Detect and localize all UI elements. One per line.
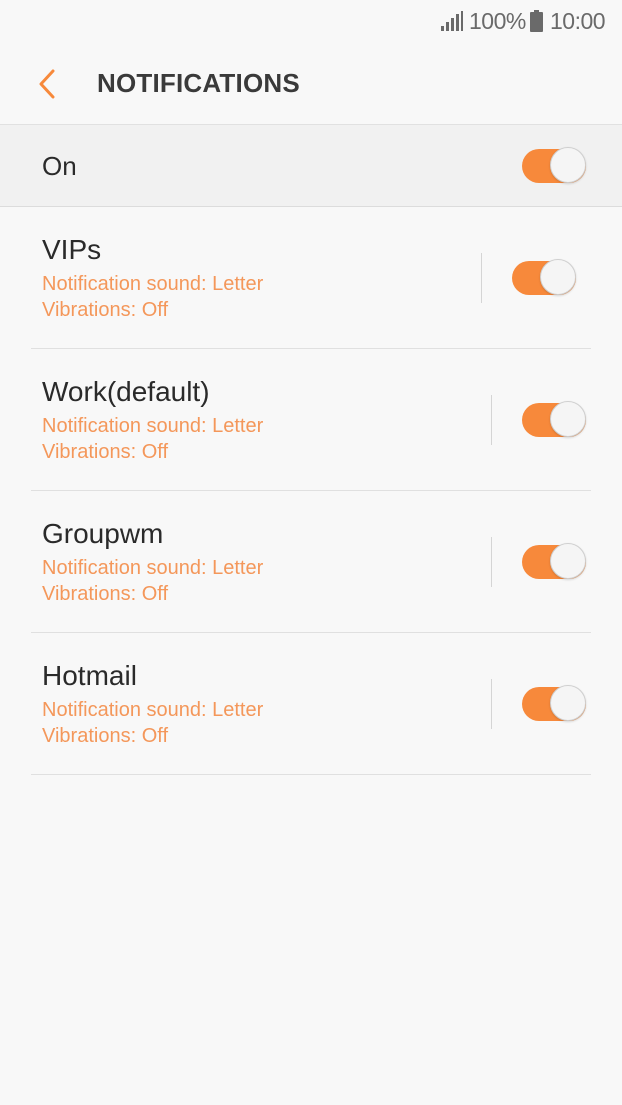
notification-sound-text: Notification sound: Letter: [42, 699, 264, 721]
account-toggle-vips[interactable]: [512, 259, 576, 296]
list-item-hotmail[interactable]: Hotmail Notification sound: Letter Vibra…: [0, 633, 622, 775]
vertical-divider: [481, 253, 482, 303]
master-toggle[interactable]: [522, 147, 586, 184]
toggle-thumb: [550, 147, 586, 183]
list-item-groupwm[interactable]: Groupwm Notification sound: Letter Vibra…: [0, 491, 622, 633]
battery-full-icon: [530, 10, 543, 32]
page-title: NOTIFICATIONS: [97, 68, 300, 98]
status-clock: 10:00: [550, 8, 606, 34]
battery-percentage: 100%: [469, 8, 526, 34]
status-bar: 100% 10:00: [0, 0, 622, 44]
back-button[interactable]: [22, 58, 72, 108]
account-toggle-groupwm[interactable]: [522, 543, 586, 580]
account-name: Hotmail: [42, 660, 137, 691]
account-name: VIPs: [42, 234, 102, 265]
notification-sound-text: Notification sound: Letter: [42, 557, 264, 579]
notifications-screen: 100% 10:00 NOTIFICATIONS On VIPs Notific…: [0, 0, 622, 1105]
account-toggle-work[interactable]: [522, 401, 586, 438]
notification-sound-text: Notification sound: Letter: [42, 273, 264, 295]
toggle-thumb: [550, 685, 586, 721]
account-toggle-hotmail[interactable]: [522, 685, 586, 722]
vibration-text: Vibrations: Off: [42, 299, 168, 321]
vertical-divider: [491, 679, 492, 729]
toggle-thumb: [540, 259, 576, 295]
toggle-thumb: [550, 543, 586, 579]
toggle-thumb: [550, 401, 586, 437]
vibration-text: Vibrations: Off: [42, 725, 168, 747]
account-list: VIPs Notification sound: Letter Vibratio…: [0, 207, 622, 775]
master-switch-row[interactable]: On: [0, 125, 622, 207]
account-name: Groupwm: [42, 518, 164, 549]
vertical-divider: [491, 537, 492, 587]
notification-sound-text: Notification sound: Letter: [42, 415, 264, 437]
app-header: NOTIFICATIONS: [0, 44, 622, 125]
signal-bars-icon: [441, 11, 463, 31]
vibration-text: Vibrations: Off: [42, 583, 168, 605]
vibration-text: Vibrations: Off: [42, 441, 168, 463]
list-item-work[interactable]: Work(default) Notification sound: Letter…: [0, 349, 622, 491]
master-switch-label: On: [42, 151, 77, 181]
list-item-vips[interactable]: VIPs Notification sound: Letter Vibratio…: [0, 207, 622, 349]
account-name: Work(default): [42, 376, 210, 407]
vertical-divider: [491, 395, 492, 445]
